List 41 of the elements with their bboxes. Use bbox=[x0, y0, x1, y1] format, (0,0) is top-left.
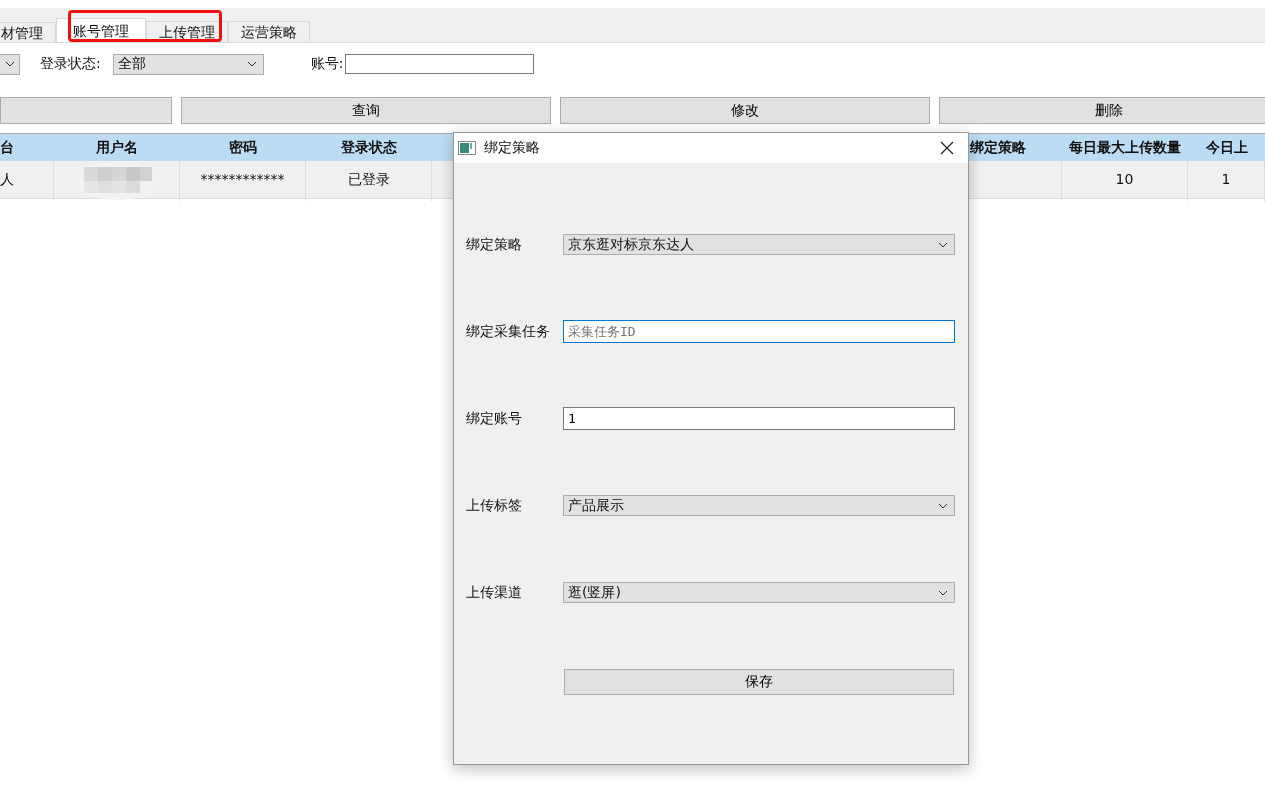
field-label: 绑定账号 bbox=[466, 409, 523, 428]
tab[interactable]: 材管理 bbox=[0, 22, 56, 42]
window-icon bbox=[458, 141, 476, 155]
login-status-dropdown[interactable]: 全部 bbox=[112, 53, 264, 75]
account-input[interactable] bbox=[345, 54, 535, 74]
table-cell: 1 bbox=[1188, 161, 1265, 201]
close-icon[interactable] bbox=[940, 141, 954, 155]
account-label: 账号: bbox=[310, 55, 344, 73]
table-cell: 已登录 bbox=[306, 161, 432, 201]
input-field[interactable]: 1 bbox=[563, 407, 955, 430]
dropdown[interactable]: 逛(竖屏) bbox=[563, 582, 955, 603]
save-button[interactable]: 保存 bbox=[564, 669, 954, 695]
chevron-icon bbox=[246, 61, 257, 67]
table-cell: 人 bbox=[0, 161, 54, 201]
input-field[interactable]: 采集任务ID bbox=[563, 320, 955, 343]
field-label: 上传标签 bbox=[466, 496, 523, 515]
column-header: 用户名 bbox=[95, 138, 139, 157]
column-header: 登录状态 bbox=[340, 138, 398, 157]
table-cell: ************ bbox=[180, 161, 306, 201]
chevron-icon bbox=[938, 241, 948, 248]
chevron-icon bbox=[938, 589, 948, 596]
table-cell: 10 bbox=[1062, 161, 1188, 201]
dropdown[interactable]: 产品展示 bbox=[563, 495, 955, 516]
column-header: 今日上 bbox=[1204, 138, 1249, 157]
column-header: 每日最大上传数量 bbox=[1068, 138, 1182, 157]
action-button[interactable]: 删除 bbox=[939, 97, 1265, 124]
chevron-icon bbox=[938, 502, 948, 509]
dialog-title: 绑定策略 bbox=[484, 139, 540, 157]
field-label: 绑定采集任务 bbox=[466, 322, 551, 341]
field-label: 绑定策略 bbox=[466, 235, 523, 254]
dropdown[interactable] bbox=[0, 53, 20, 75]
tab[interactable]: 运营策略 bbox=[228, 21, 310, 42]
action-button[interactable]: 查询 bbox=[181, 97, 551, 124]
login-status-label: 登录状态: bbox=[40, 55, 101, 73]
action-button[interactable]: 修改 bbox=[560, 97, 930, 124]
chevron-icon bbox=[4, 61, 15, 67]
column-header: 绑定策略 bbox=[969, 138, 1027, 157]
column-header: 密码 bbox=[228, 138, 258, 157]
column-header: 台 bbox=[0, 138, 15, 157]
field-label: 上传渠道 bbox=[466, 583, 523, 602]
dropdown[interactable]: 京东逛对标京东达人 bbox=[563, 234, 955, 255]
